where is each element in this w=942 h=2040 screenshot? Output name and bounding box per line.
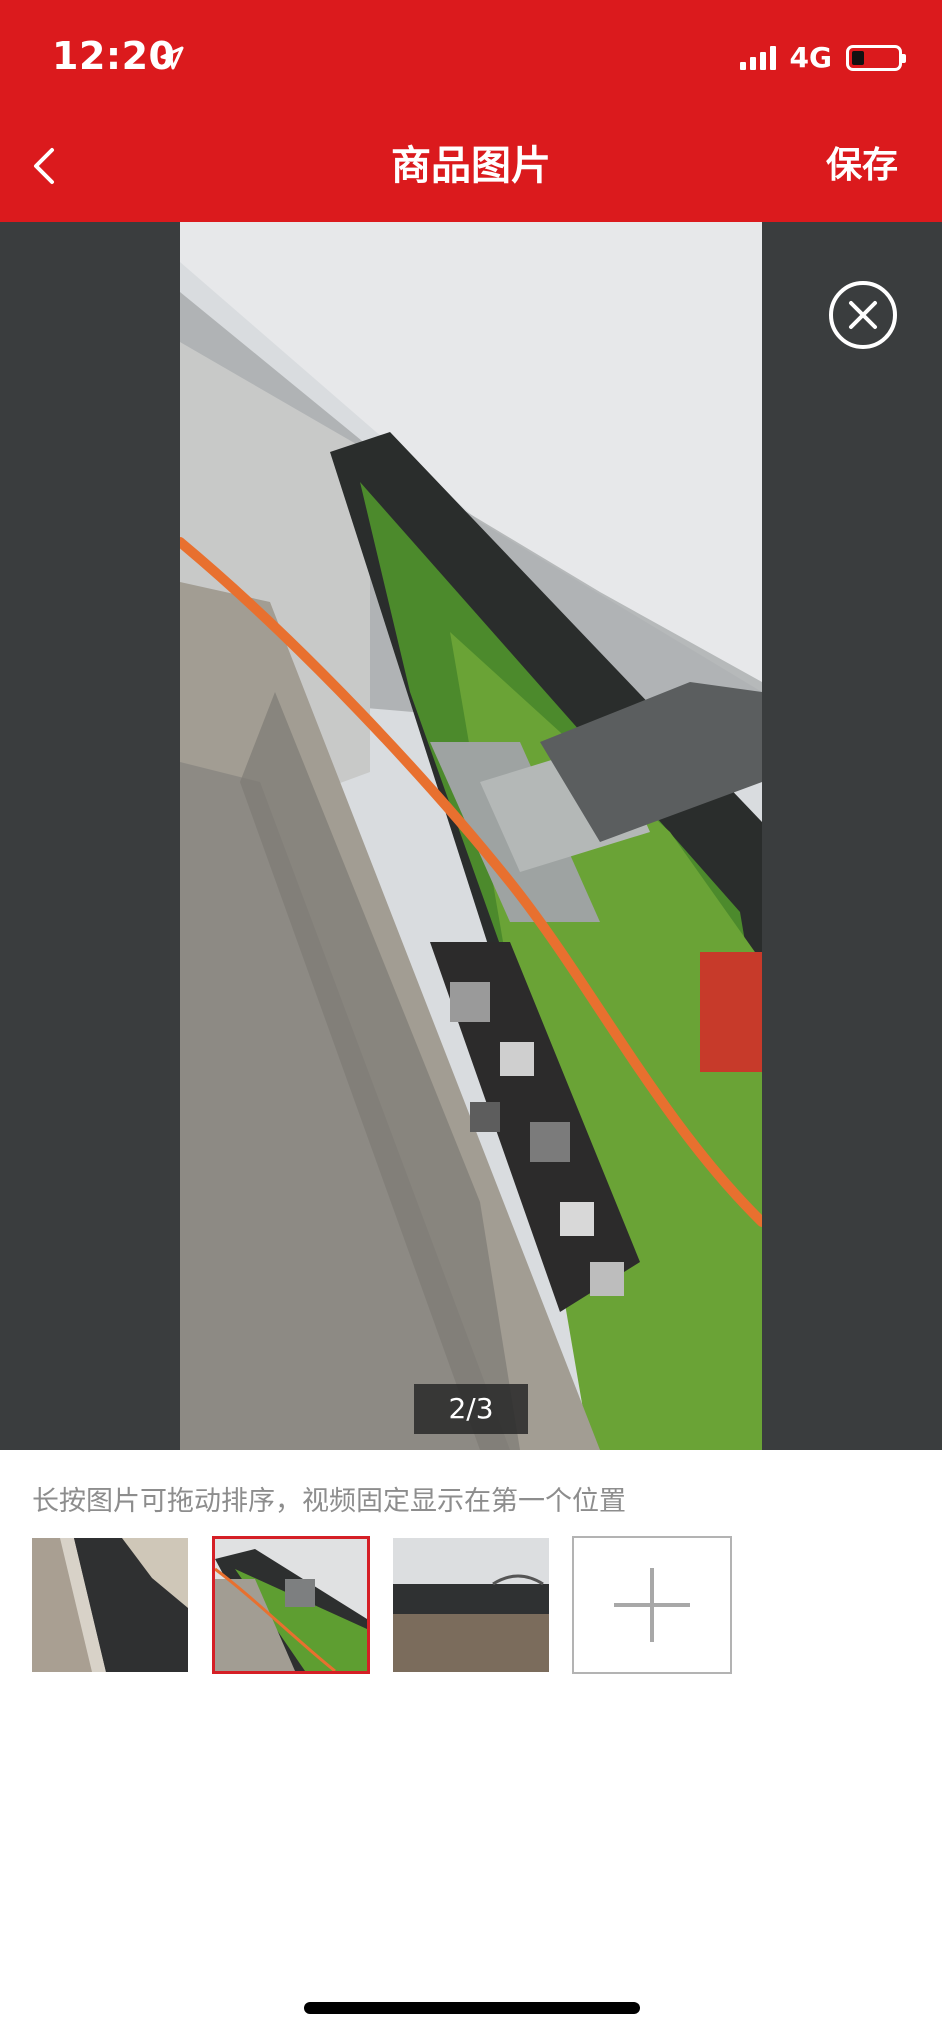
- cellular-signal-icon: [739, 46, 776, 70]
- status-indicators: 4G: [739, 40, 906, 76]
- thumbnail-3[interactable]: [393, 1538, 549, 1672]
- header-bar: 12:20 4G 商品图片 保存: [0, 0, 942, 222]
- thumbnail-image: [393, 1538, 549, 1672]
- page-title: 商品图片: [391, 143, 551, 189]
- close-circle-icon: [829, 281, 897, 349]
- reorder-hint: 长按图片可拖动排序，视频固定显示在第一个位置: [32, 1486, 626, 1517]
- save-button[interactable]: 保存: [826, 140, 898, 192]
- plus-icon: [614, 1568, 690, 1642]
- image-preview-area[interactable]: 2/3: [0, 222, 942, 1450]
- status-time: 12:20: [52, 34, 176, 78]
- home-indicator: [304, 2002, 640, 2014]
- thumbnail-1[interactable]: [32, 1538, 188, 1672]
- page-indicator: 2/3: [414, 1384, 528, 1434]
- boat-dock-photo: [180, 222, 762, 1450]
- close-preview-button[interactable]: [828, 280, 898, 350]
- thumbnail-image: [215, 1539, 367, 1671]
- add-image-button[interactable]: [572, 1536, 732, 1674]
- thumbnail-image: [32, 1538, 188, 1672]
- thumbnail-2-selected[interactable]: [212, 1536, 370, 1674]
- network-type: 4G: [789, 41, 832, 74]
- location-arrow-icon: [160, 46, 184, 70]
- battery-low-icon: [846, 45, 906, 71]
- preview-photo: [180, 222, 762, 1450]
